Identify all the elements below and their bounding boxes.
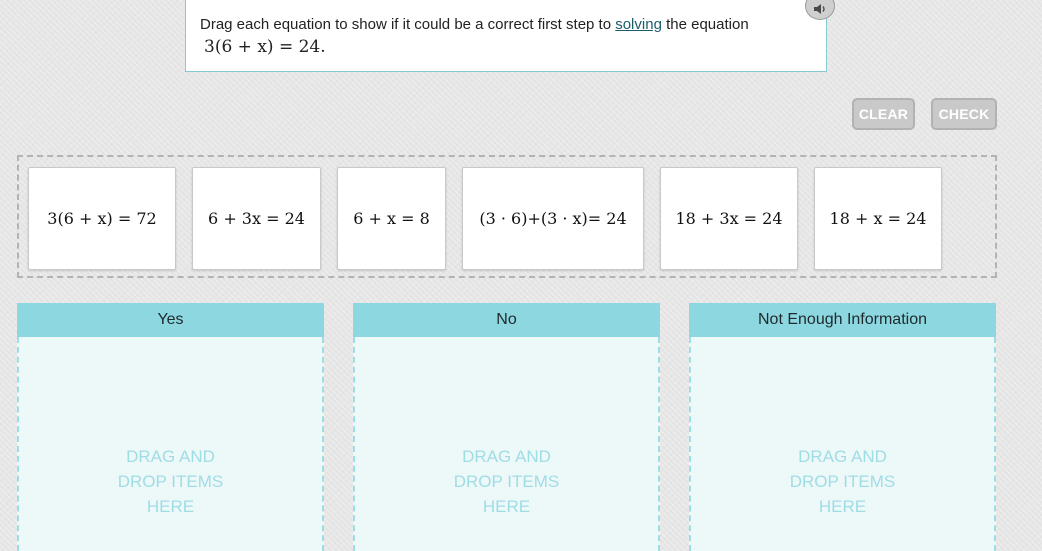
- target-equation-math: 3(6 + x) = 24: [204, 37, 321, 57]
- drop-zone-title: Not Enough Information: [689, 303, 996, 337]
- clear-button[interactable]: CLEAR: [852, 98, 915, 130]
- drop-zone-not-enough-information[interactable]: Not Enough Information DRAG AND DROP ITE…: [689, 303, 996, 551]
- target-equation: 3(6 + x) = 24.: [204, 35, 812, 59]
- drop-zone-hint: DRAG AND DROP ITEMS HERE: [789, 447, 896, 516]
- speaker-icon: [814, 4, 825, 14]
- equation-card-6[interactable]: 18 + x = 24: [814, 167, 942, 270]
- equation-card-4[interactable]: (3 · 6)+(3 · x)= 24: [462, 167, 644, 270]
- instructions-panel: Drag each equation to show if it could b…: [185, 0, 827, 72]
- instructions-text-end: the equation: [661, 16, 749, 33]
- check-button[interactable]: CHECK: [931, 98, 997, 130]
- item-bank: 3(6 + x) = 72 6 + 3x = 24 6 + x = 8 (3 ·…: [17, 155, 997, 278]
- target-equation-period: .: [320, 37, 326, 57]
- drop-zone-no[interactable]: No DRAG AND DROP ITEMS HERE: [353, 303, 660, 551]
- instructions-text: Drag each equation to show if it could b…: [200, 15, 812, 35]
- drop-zone-yes[interactable]: Yes DRAG AND DROP ITEMS HERE: [17, 303, 324, 551]
- drop-zone-title: No: [353, 303, 660, 337]
- equation-card-2[interactable]: 6 + 3x = 24: [192, 167, 321, 270]
- drop-zone-hint: DRAG AND DROP ITEMS HERE: [117, 447, 224, 516]
- solving-glossary-link[interactable]: solving: [615, 16, 662, 33]
- drop-zone-area[interactable]: DRAG AND DROP ITEMS HERE: [17, 337, 324, 551]
- equation-card-5[interactable]: 18 + 3x = 24: [660, 167, 798, 270]
- drop-zone-area[interactable]: DRAG AND DROP ITEMS HERE: [689, 337, 996, 551]
- drop-zone-title: Yes: [17, 303, 324, 337]
- equation-card-3[interactable]: 6 + x = 8: [337, 167, 446, 270]
- drop-zone-hint: DRAG AND DROP ITEMS HERE: [453, 447, 560, 516]
- instructions-text-start: Drag each equation to show if it could b…: [200, 16, 616, 33]
- equation-card-1[interactable]: 3(6 + x) = 72: [28, 167, 176, 270]
- drop-zone-area[interactable]: DRAG AND DROP ITEMS HERE: [353, 337, 660, 551]
